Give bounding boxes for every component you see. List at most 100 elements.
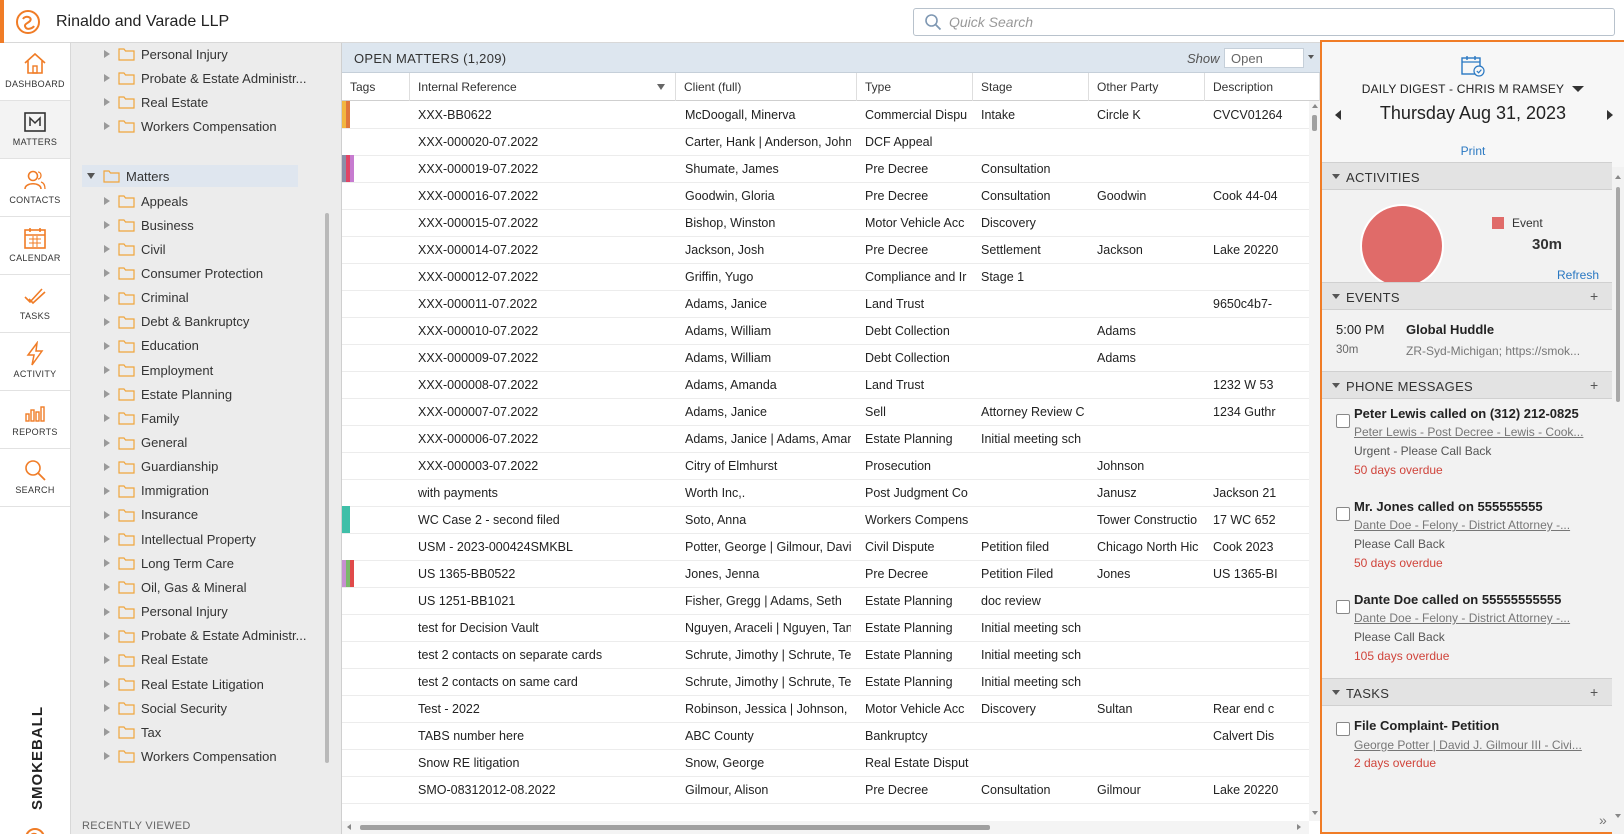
scroll-up-icon[interactable] [1615, 175, 1621, 179]
expand-arrow-icon[interactable] [104, 366, 110, 375]
table-row[interactable]: XXX-BB0622 McDoogall, Minerva Commercial D… [342, 101, 1309, 129]
phone-message-checkbox[interactable] [1336, 414, 1350, 428]
tree-folder[interactable]: Consumer Protection [104, 262, 263, 284]
grid-horizontal-scrollbar[interactable] [342, 821, 1309, 834]
expand-arrow-icon[interactable] [104, 559, 110, 568]
chevron-down-icon[interactable] [1572, 86, 1585, 92]
add-task-icon[interactable]: + [1590, 684, 1598, 700]
collapse-triangle-icon[interactable] [1332, 690, 1340, 695]
expand-arrow-icon[interactable] [104, 293, 110, 302]
tree-folder[interactable]: Probate & Estate Administr... [104, 67, 306, 89]
tree-folder[interactable]: Probate & Estate Administr... [104, 625, 306, 647]
grid-vertical-scrollbar[interactable] [1309, 101, 1320, 821]
tree-folder[interactable]: Guardianship [104, 456, 218, 478]
column-header[interactable]: Type [857, 73, 973, 101]
tree-folder[interactable]: Real Estate Litigation [104, 673, 264, 695]
table-row[interactable]: XXX-000007-07.2022 Adams, Janice Sell Attor… [342, 398, 1309, 426]
tree-scrollbar[interactable] [325, 213, 329, 763]
next-day-icon[interactable] [1607, 110, 1613, 120]
tree-folder[interactable]: Long Term Care [104, 552, 234, 574]
table-row[interactable]: USM - 2023-000424SMKBL Potter, George | G… [342, 533, 1309, 561]
table-row[interactable]: XXX-000019-07.2022 Shumate, James Pre Decr… [342, 155, 1309, 183]
expand-arrow-icon[interactable] [104, 655, 110, 664]
tree-folder[interactable]: General [104, 432, 187, 454]
tree-folder[interactable]: Personal Injury [104, 43, 228, 65]
smokeball-logo[interactable] [0, 0, 51, 43]
nav-calendar[interactable]: CALENDAR [0, 217, 70, 275]
table-row[interactable]: XXX-000009-07.2022 Adams, William Debt Col… [342, 344, 1309, 372]
nav-matters[interactable]: MATTERS [0, 101, 70, 159]
expand-arrow-icon[interactable] [104, 197, 110, 205]
tree-folder-matters[interactable]: Matters [82, 165, 298, 187]
table-row[interactable]: WC Case 2 - second filed Soto, Anna Worker… [342, 506, 1309, 534]
table-row[interactable]: XXX-000016-07.2022 Goodwin, Gloria Pre Dec… [342, 182, 1309, 210]
table-row[interactable]: test 2 contacts on same card Schrute, Jim… [342, 668, 1309, 696]
table-row[interactable]: SMO-08312012-08.2022 Gilmour, Alison Pre D… [342, 776, 1309, 804]
expand-arrow-icon[interactable] [104, 317, 110, 326]
expand-arrow-icon[interactable] [104, 728, 110, 737]
show-filter-select[interactable]: Open [1224, 48, 1304, 68]
collapse-triangle-icon[interactable] [1332, 383, 1340, 388]
scroll-right-icon[interactable] [1297, 824, 1301, 830]
expand-arrow-icon[interactable] [104, 221, 110, 230]
nav-activity[interactable]: ACTIVITY [0, 333, 70, 391]
expand-arrow-icon[interactable] [104, 462, 110, 471]
nav-dashboard[interactable]: DASHBOARD [0, 43, 70, 101]
tree-folder[interactable]: Education [104, 335, 199, 357]
column-header[interactable]: Client (full) [676, 73, 857, 101]
expand-arrow-icon[interactable] [104, 341, 110, 350]
expand-arrow-icon[interactable] [104, 50, 110, 58]
expand-arrow-icon[interactable] [104, 390, 110, 399]
phone-messages-section-header[interactable]: PHONE MESSAGES + [1322, 371, 1612, 399]
collapse-triangle-icon[interactable] [1332, 294, 1340, 299]
table-row[interactable]: XXX-000011-07.2022 Adams, Janice Land Trus… [342, 290, 1309, 318]
table-row[interactable]: XXX-000014-07.2022 Jackson, Josh Pre Decre… [342, 236, 1309, 264]
scroll-left-icon[interactable] [347, 824, 351, 830]
table-row[interactable]: XXX-000008-07.2022 Adams, Amanda Land Trus… [342, 371, 1309, 399]
digest-scrollbar[interactable] [1612, 167, 1624, 834]
tasks-section-header[interactable]: TASKS + [1322, 678, 1612, 706]
tree-folder[interactable]: Immigration [104, 480, 209, 502]
table-row[interactable]: XXX-000003-07.2022 Citry of Elmhurst Prose… [342, 452, 1309, 480]
table-row[interactable]: Test - 2022 Robinson, Jessica | Johnson, … [342, 695, 1309, 723]
event-title[interactable]: Global Huddle [1406, 322, 1494, 337]
table-row[interactable]: test for Decision Vault Nguyen, Araceli |… [342, 614, 1309, 642]
expand-arrow-icon[interactable] [104, 510, 110, 519]
table-row[interactable]: XXX-000020-07.2022 Carter, Hank | Anderso… [342, 128, 1309, 156]
phone-message-matter-link[interactable]: Peter Lewis - Post Decree - Lewis - Cook… [1354, 425, 1586, 439]
tree-folder[interactable]: Personal Injury [104, 601, 228, 623]
scroll-down-icon[interactable] [1312, 811, 1318, 815]
phone-message-title[interactable]: Dante Doe called on 55555555555 [1354, 592, 1561, 607]
expand-arrow-icon[interactable] [104, 245, 110, 254]
expand-arrow-icon[interactable] [104, 486, 110, 495]
phone-message-title[interactable]: Mr. Jones called on 555555555 [1354, 499, 1543, 514]
expand-arrow-icon[interactable] [104, 438, 110, 447]
expand-arrow-icon[interactable] [104, 752, 110, 761]
table-row[interactable]: XXX-000010-07.2022 Adams, William Debt Col… [342, 317, 1309, 345]
nav-reports[interactable]: REPORTS [0, 391, 70, 449]
scroll-thumb[interactable] [360, 825, 990, 830]
nav-search[interactable]: SEARCH [0, 449, 70, 507]
sort-down-icon[interactable] [657, 84, 665, 90]
refresh-link[interactable]: Refresh [1557, 268, 1599, 282]
expand-arrow-icon[interactable] [104, 414, 110, 423]
tree-folder[interactable]: Workers Compensation [104, 115, 277, 137]
table-row[interactable]: XXX-000012-07.2022 Griffin, Yugo Complianc… [342, 263, 1309, 291]
tree-folder[interactable]: Workers Compensation [104, 745, 277, 767]
column-header[interactable]: Stage [973, 73, 1089, 101]
tree-folder[interactable]: Intellectual Property [104, 528, 256, 550]
phone-message-checkbox[interactable] [1336, 507, 1350, 521]
table-row[interactable]: XXX-000015-07.2022 Bishop, Winston Motor V… [342, 209, 1309, 237]
tree-folder[interactable]: Employment [104, 359, 213, 381]
tree-folder[interactable]: Tax [104, 721, 161, 743]
scroll-thumb[interactable] [1312, 115, 1317, 131]
table-row[interactable]: with payments Worth Inc,. Post Judgment Co… [342, 479, 1309, 507]
scroll-thumb[interactable] [1616, 187, 1620, 402]
expand-arrow-icon[interactable] [104, 607, 110, 616]
column-header[interactable]: Description [1205, 73, 1320, 101]
table-row[interactable]: TABS number here ABC County Bankruptcy Calv… [342, 722, 1309, 750]
tree-folder[interactable]: Estate Planning [104, 383, 232, 405]
tree-folder[interactable]: Family [104, 407, 179, 429]
tree-folder[interactable]: Debt & Bankruptcy [104, 311, 249, 333]
phone-message-title[interactable]: Peter Lewis called on (312) 212-0825 [1354, 406, 1579, 421]
